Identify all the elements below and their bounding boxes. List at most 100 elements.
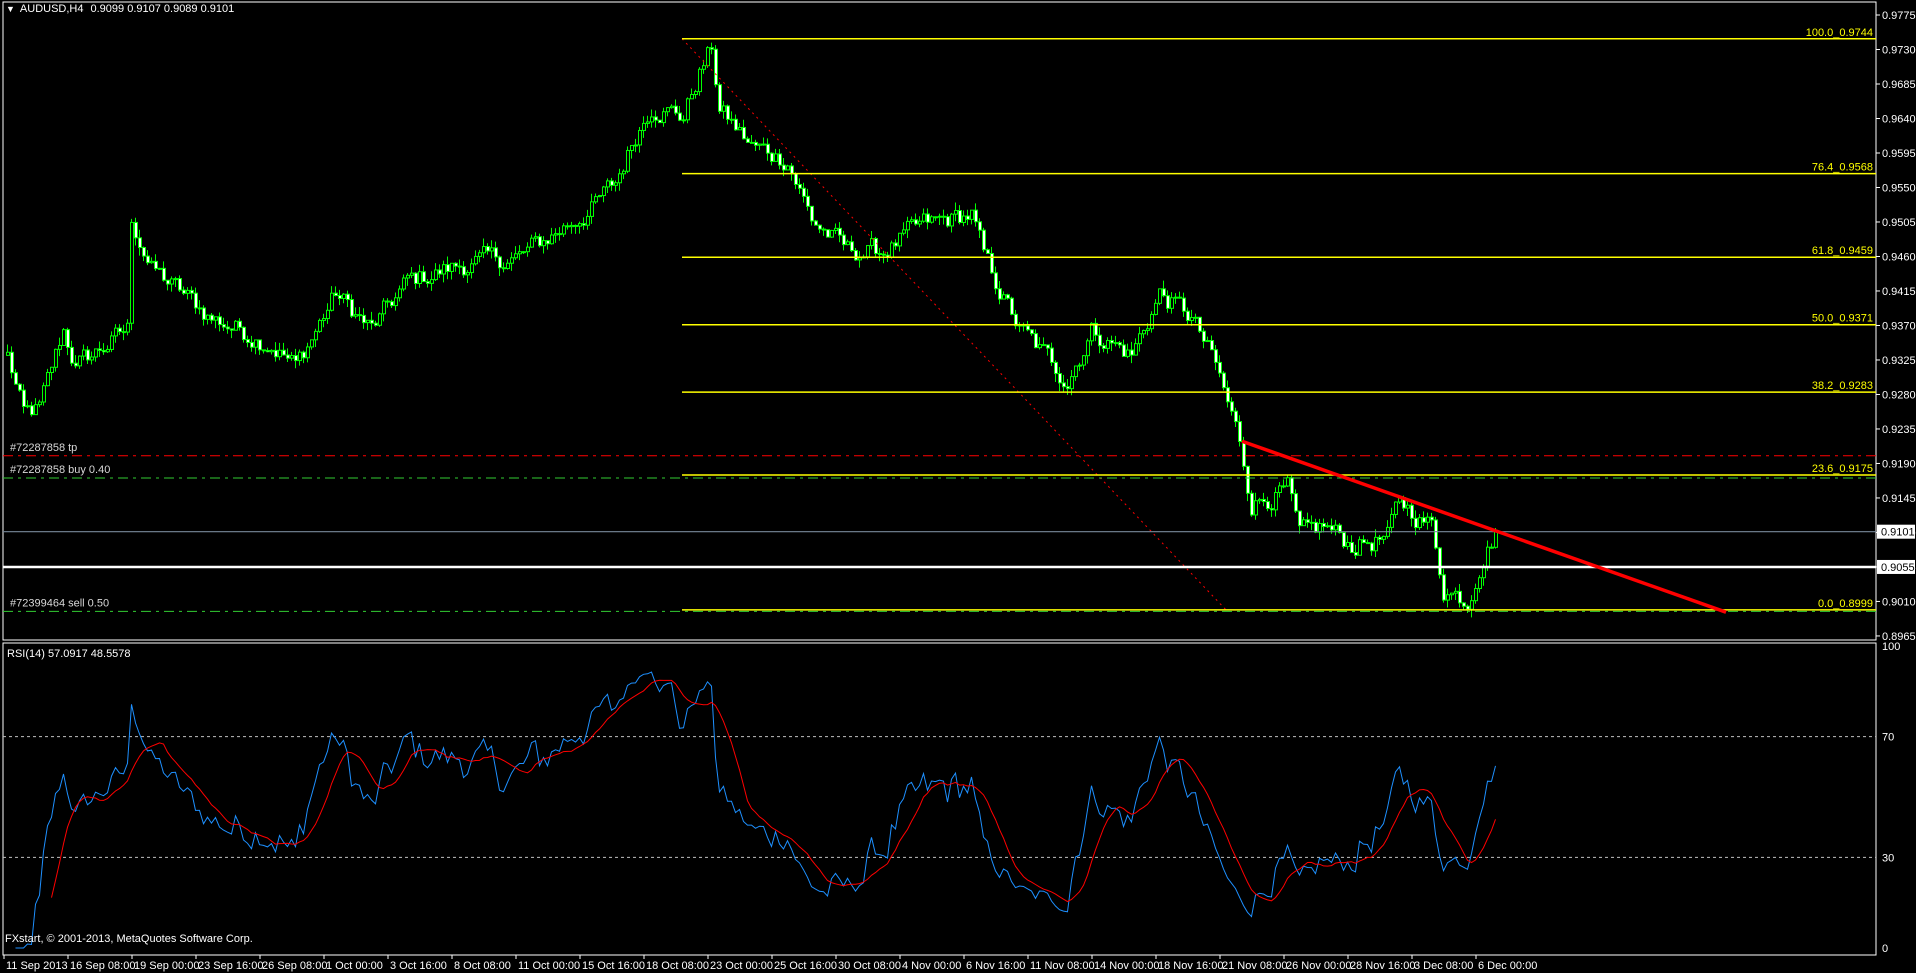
candle-bull	[330, 292, 334, 311]
candle-bull	[562, 225, 566, 235]
candle-bull	[1382, 535, 1386, 540]
candle-bull	[130, 221, 134, 324]
candle-bull	[322, 318, 326, 321]
candle-bear	[798, 183, 802, 189]
candle-bull	[690, 94, 694, 100]
candle-bear	[522, 251, 526, 254]
candle-bull	[706, 47, 710, 67]
candle-bear	[1414, 517, 1418, 529]
candle-bear	[242, 326, 246, 341]
candle-bull	[774, 153, 778, 162]
candle-bull	[478, 252, 482, 257]
candle-bull	[354, 314, 358, 317]
candle-bear	[486, 246, 490, 252]
candle-bear	[238, 320, 242, 328]
candle-bull	[1174, 296, 1178, 299]
candle-bull	[1078, 364, 1082, 367]
candle-bear	[822, 228, 826, 231]
candle-bear	[210, 314, 214, 321]
rsi-panel-frame	[2, 642, 1877, 956]
triangle-down-icon[interactable]: ▼	[6, 4, 15, 14]
candle-bear	[162, 267, 166, 281]
candle-bull	[434, 269, 438, 281]
candle-bull	[1390, 513, 1394, 528]
candle-bear	[1290, 477, 1294, 495]
candle-bear	[414, 272, 418, 284]
candle-bull	[1114, 342, 1118, 345]
candle-bull	[858, 257, 862, 261]
candle-bear	[374, 322, 378, 326]
candle-bear	[994, 272, 998, 290]
chart-canvas[interactable]: 0.9775 0.9730 0.9685 0.9640 0.9595 0.9550 0.95…	[0, 0, 1916, 973]
candle-bull	[394, 297, 398, 307]
candle-bull	[594, 196, 598, 203]
candle-bull	[382, 300, 386, 315]
candle-bear	[1178, 296, 1182, 299]
copyright-text: FXstart, © 2001-2013, MetaQuotes Softwar…	[5, 933, 253, 945]
candle-bear	[1270, 508, 1274, 511]
candle-bear	[538, 236, 542, 247]
candle-bear	[714, 48, 718, 86]
candle-bear	[390, 301, 394, 307]
candle-bull	[206, 314, 210, 320]
candle-bear	[10, 351, 14, 374]
candle-bull	[1206, 340, 1210, 343]
candle-bear	[546, 240, 550, 245]
candle-bear	[18, 383, 22, 391]
candle-bear	[334, 292, 338, 297]
candle-bull	[1134, 343, 1138, 356]
candle-bear	[654, 116, 658, 121]
candle-bear	[718, 84, 722, 112]
candle-bear	[338, 295, 342, 299]
price-axis-label: 0.9235	[1882, 424, 1916, 436]
candle-bull	[694, 91, 698, 96]
candle-bear	[1250, 492, 1254, 516]
candle-bear	[1218, 361, 1222, 374]
candle-bull	[366, 319, 370, 324]
fibonacci-level-label: 61.8_0.9459	[1812, 245, 1873, 257]
candle-bull	[786, 165, 790, 171]
candle-bear	[362, 314, 366, 324]
candle-bear	[794, 173, 798, 185]
candle-bear	[1462, 602, 1466, 607]
candle-bull	[318, 319, 322, 332]
fibonacci-level-label: 100.0_0.9744	[1806, 27, 1873, 39]
candle-bear	[1442, 574, 1446, 601]
candle-bear	[966, 215, 970, 220]
candle-bull	[922, 213, 926, 222]
candle-bear	[1202, 330, 1206, 342]
candle-bear	[1046, 344, 1050, 349]
candle-bear	[746, 138, 750, 143]
candle-bull	[1446, 594, 1450, 601]
time-axis-label: 4 Nov 00:00	[902, 960, 961, 972]
price-axis-label: 0.9685	[1882, 79, 1916, 91]
candle-bear	[1282, 485, 1286, 488]
candle-bear	[882, 253, 886, 256]
order-label: #72287858 tp	[10, 442, 77, 454]
rsi-line	[15, 671, 1496, 949]
candle-bull	[450, 262, 454, 272]
candle-bear	[610, 180, 614, 186]
candle-bear	[734, 118, 738, 131]
candle-bull	[730, 118, 734, 121]
candle-bull	[1450, 592, 1454, 596]
candle-bear	[358, 314, 362, 317]
candle-bear	[1034, 333, 1038, 349]
order-label: #72287858 buy 0.40	[10, 464, 110, 476]
time-axis-label: 26 Nov 00:00	[1286, 960, 1351, 972]
candle-bear	[1246, 465, 1250, 494]
rsi-signal-line	[51, 679, 1496, 903]
candle-bear	[1058, 373, 1062, 384]
candle-bear	[258, 339, 262, 351]
candle-bull	[490, 247, 494, 252]
candle-bear	[710, 47, 714, 50]
candle-bear	[142, 247, 146, 257]
candle-bull	[298, 351, 302, 362]
candle-bear	[98, 348, 102, 351]
candle-bear	[502, 267, 506, 270]
candle-bull	[1406, 504, 1410, 509]
candle-bull	[1418, 517, 1422, 529]
candle-bear	[1314, 521, 1318, 533]
candle-bull	[150, 260, 154, 264]
candle-bull	[866, 245, 870, 258]
